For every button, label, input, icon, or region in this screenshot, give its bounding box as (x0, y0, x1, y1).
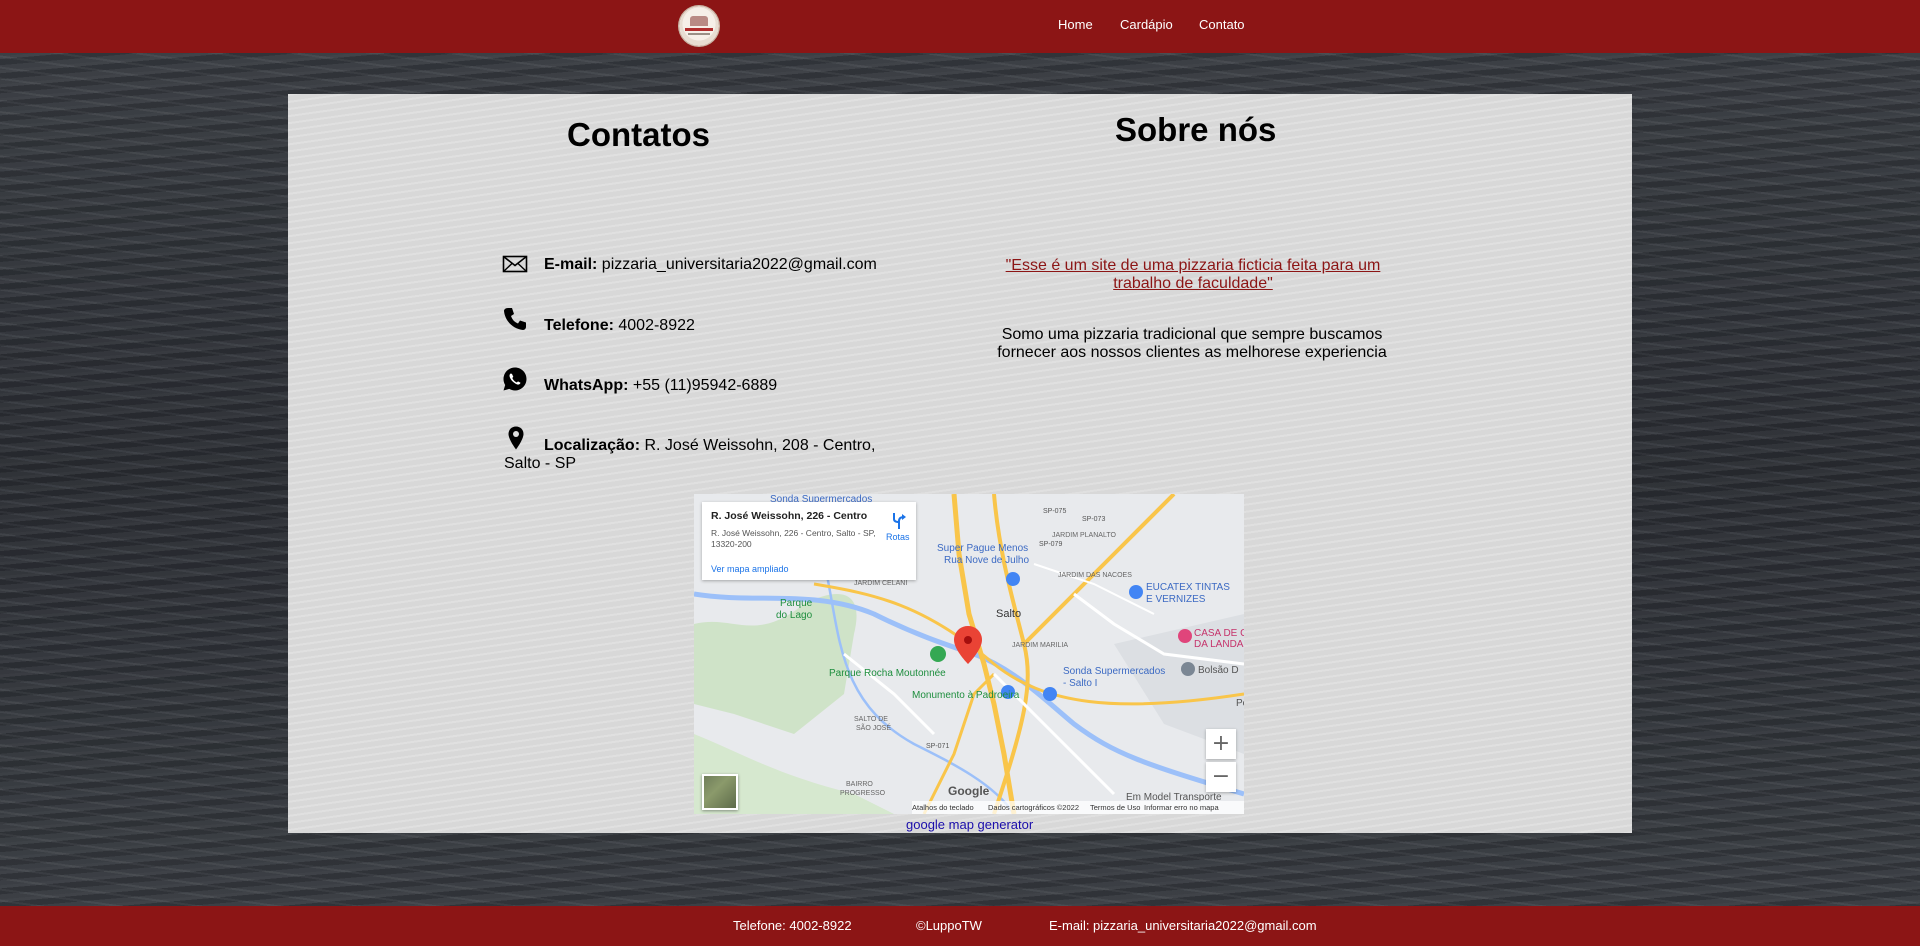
map-label-jardim-planalto: JARDIM PLANALTO (1052, 532, 1116, 539)
map-label-super-pague: Super Pague Menos (937, 543, 1029, 554)
phone-value: 4002-8922 (613, 317, 695, 334)
map-label-jardim-das-nacoes: JARDIM DAS NACOES (1058, 572, 1132, 579)
whatsapp-icon (503, 367, 527, 391)
envelope-icon (502, 255, 528, 273)
nav-contato[interactable]: Contato (1199, 17, 1245, 32)
google-map-generator-link[interactable]: google map generator (906, 817, 1033, 832)
map-label-progresso: PROGRESSO (840, 790, 886, 797)
contact-email: E-mail: pizzaria_universitaria2022@gmail… (544, 256, 877, 274)
footer-email: E-mail: pizzaria_universitaria2022@gmail… (1049, 918, 1317, 933)
contact-phone: Telefone: 4002-8922 (544, 317, 695, 335)
location-pin-icon (508, 426, 524, 450)
map-card-title: R. José Weissohn, 226 - Centro (711, 510, 868, 522)
zoom-out-button[interactable]: − (1206, 762, 1236, 792)
map-label-p: Pc (1236, 698, 1244, 709)
satellite-layer-toggle[interactable] (702, 774, 738, 810)
whatsapp-label: WhatsApp: (544, 377, 629, 394)
map-label-bolsao: Bolsão D (1198, 665, 1239, 676)
map-label-jardim-celani: JARDIM CELANI (854, 580, 908, 587)
footer-phone: Telefone: 4002-8922 (733, 918, 852, 933)
map-label-sao-jose: SÃO JOSÉ (856, 725, 892, 732)
footer: Telefone: 4002-8922 ©LuppoTW E-mail: piz… (0, 906, 1920, 946)
map-label-sp071: SP-071 (926, 743, 950, 750)
email-value: pizzaria_universitaria2022@gmail.com (597, 256, 877, 273)
map-card-address: R. José Weissohn, 226 - Centro, Salto - … (711, 528, 876, 549)
directions-icon[interactable] (891, 512, 907, 530)
map-keyboard-shortcuts[interactable]: Atalhos do teclado (912, 803, 974, 812)
map-data-credit: Dados cartográficos ©2022 (988, 803, 1079, 812)
map-label-da-landa: DA LANDA (1194, 639, 1244, 650)
map-label-parque-lago-2: do Lago (776, 610, 813, 621)
map-place-card: R. José Weissohn, 226 - Centro R. José W… (702, 502, 916, 580)
map-label-rua-nove: Rua Nove de Julho (944, 555, 1030, 566)
email-label: E-mail: (544, 256, 598, 273)
map-label-salto: Salto (996, 608, 1022, 620)
footer-copyright: ©LuppoTW (916, 918, 982, 933)
pizzaria-logo[interactable] (679, 6, 719, 46)
top-navbar: Home Cardápio Contato (0, 0, 1920, 53)
about-disclaimer-link[interactable]: "Esse é um site de uma pizzaria ficticia… (998, 257, 1388, 293)
map-attribution-bar: Atalhos do teclado Dados cartográficos ©… (912, 801, 1244, 814)
map-label-casa-de: CASA DE C (1194, 628, 1244, 639)
zoom-in-button[interactable]: + (1206, 729, 1236, 759)
embedded-map[interactable]: Sonda Supermercados Super Pague Menos Ru… (694, 494, 1244, 814)
map-label-bairro: BAIRRO (846, 781, 873, 788)
google-logo: Google (948, 784, 990, 798)
map-label-sp079: SP-079 (1039, 541, 1063, 548)
contact-location: Localização: R. José Weissohn, 208 - Cen… (544, 437, 875, 455)
phone-icon (504, 308, 526, 330)
map-label-sonda-salto-2: - Salto I (1063, 678, 1098, 689)
map-label-jardim-marilia: JARDIM MARILIA (1012, 642, 1069, 649)
map-label-parque-rocha: Parque Rocha Moutonnée (829, 668, 946, 679)
map-label-eucatex-2: E VERNIZES (1146, 594, 1206, 605)
location-label: Localização: (544, 437, 641, 454)
directions-link[interactable]: Rotas (886, 532, 910, 542)
map-label-parque-lago: Parque (780, 598, 813, 609)
map-label-salto-de: SALTO DE (854, 716, 888, 723)
map-label-sp075: SP-075 (1043, 508, 1067, 515)
location-value: R. José Weissohn, 208 - Centro, (640, 437, 876, 454)
map-enlarged-link[interactable]: Ver mapa ampliado (711, 564, 789, 574)
location-value-line2: Salto - SP (504, 455, 577, 472)
map-label-eucatex: EUCATEX TINTAS (1146, 582, 1230, 593)
whatsapp-value: +55 (11)95942-6889 (628, 377, 778, 394)
about-description: Somo uma pizzaria tradicional que sempre… (997, 326, 1387, 361)
about-title: Sobre nós (1115, 111, 1277, 148)
nav-cardapio[interactable]: Cardápio (1120, 17, 1173, 32)
contact-whatsapp: WhatsApp: +55 (11)95942-6889 (544, 377, 777, 395)
phone-label: Telefone: (544, 317, 614, 334)
map-label-sonda-salto: Sonda Supermercados (1063, 666, 1166, 677)
map-terms-link[interactable]: Termos de Uso (1090, 803, 1140, 812)
map-label-sp073: SP-073 (1082, 516, 1106, 523)
map-report-error-link[interactable]: Informar erro no mapa (1144, 803, 1219, 812)
nav-home[interactable]: Home (1058, 17, 1093, 32)
map-label-monumento: Monumento à Padroeira (912, 690, 1020, 701)
contacts-title: Contatos (567, 116, 710, 153)
